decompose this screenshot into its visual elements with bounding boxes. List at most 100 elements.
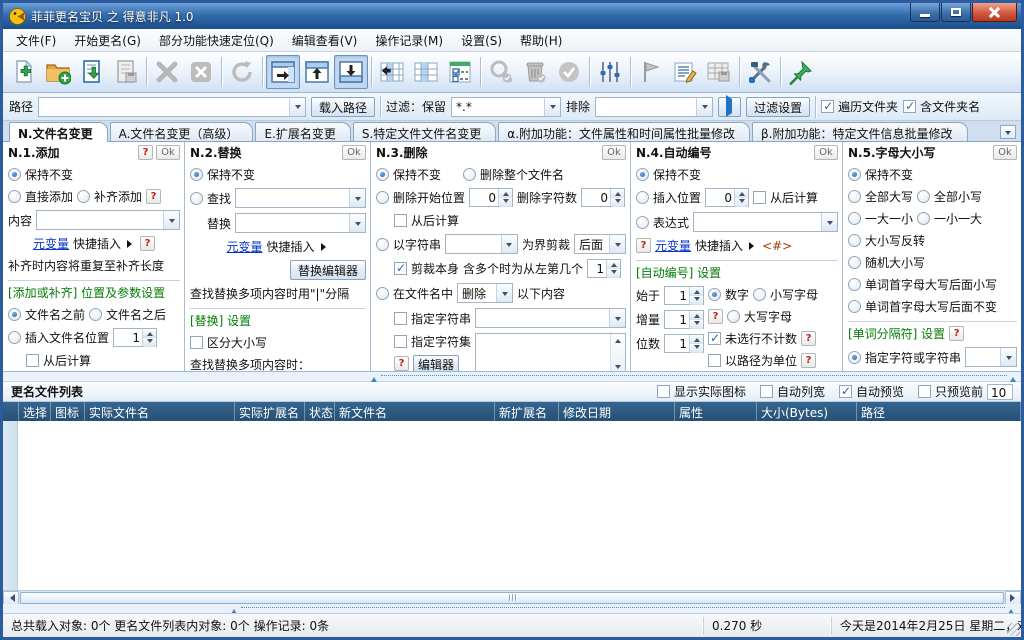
help-button[interactable]: ? <box>138 145 153 160</box>
filter-dropdown-arrow[interactable] <box>544 98 560 116</box>
charset-editor-button[interactable]: 编辑器 <box>413 355 459 371</box>
radio-invert-case[interactable] <box>848 234 861 247</box>
radio-cap-first-keep[interactable] <box>848 300 861 313</box>
scrollbar-thumb[interactable] <box>20 592 1004 604</box>
metavar-link[interactable]: 元变量 <box>33 235 69 252</box>
option-keep[interactable]: 保持不变 <box>190 166 366 183</box>
expand-arrow-icon[interactable] <box>321 243 330 251</box>
load-path-button[interactable]: 载入路径 <box>311 97 375 117</box>
tab-filename-change-advanced[interactable]: A.文件名变更（高级） <box>110 122 254 141</box>
scroll-arrow-icon[interactable] <box>1010 374 1016 382</box>
auto-width-checkbox[interactable] <box>760 385 773 398</box>
auto-preview-option[interactable]: 自动预览 <box>839 383 904 400</box>
digits-spinner[interactable]: 1 <box>664 334 704 353</box>
maximize-button[interactable] <box>941 3 971 22</box>
column-size[interactable]: 大小(Bytes) <box>757 402 857 421</box>
preview-count-input[interactable]: 10 <box>987 384 1013 400</box>
expression-combobox[interactable] <box>693 212 838 232</box>
column-path[interactable]: 路径 <box>857 402 1021 421</box>
menu-edit-view[interactable]: 编辑查看(V) <box>283 29 367 52</box>
path-combobox[interactable] <box>38 97 306 117</box>
expand-arrow-icon[interactable] <box>749 242 758 250</box>
file-table-body[interactable] <box>3 421 1021 590</box>
include-folder-name-checkbox[interactable] <box>903 100 916 113</box>
resize-grip[interactable] <box>1007 623 1020 636</box>
radio-insert-position[interactable] <box>636 191 649 204</box>
path-dropdown-arrow[interactable] <box>289 98 305 116</box>
preview-first-checkbox[interactable] <box>918 385 931 398</box>
menu-settings[interactable]: 设置(S) <box>452 29 511 52</box>
spec-charset-checkbox[interactable] <box>394 335 407 348</box>
help-button[interactable]: ? <box>146 189 161 204</box>
trim-self-checkbox[interactable] <box>394 262 407 275</box>
trim-string-combobox[interactable] <box>445 234 518 254</box>
radio-lowercase[interactable] <box>753 288 766 301</box>
title-bar[interactable]: 菲菲更名宝贝 之 得意非凡 1.0 <box>3 3 1021 29</box>
skip-unselected-checkbox[interactable] <box>708 332 721 345</box>
menu-start-rename[interactable]: 开始更名(G) <box>65 29 150 52</box>
scroll-left-button[interactable] <box>3 591 19 605</box>
menu-quick-locate[interactable]: 部分功能快速定位(Q) <box>150 29 283 52</box>
exclude-dropdown-arrow[interactable] <box>696 98 712 116</box>
panel-up-toggle[interactable] <box>300 55 334 89</box>
case-sensitive-checkbox[interactable] <box>190 336 203 349</box>
delete-count-spinner[interactable]: 0 <box>581 188 625 207</box>
tab-extension-change[interactable]: E.扩展名变更 <box>255 122 350 141</box>
tab-specific-filename-change[interactable]: S.特定文件文件名变更 <box>353 122 496 141</box>
radio-delete-whole[interactable] <box>463 168 476 181</box>
sliders-button[interactable] <box>593 55 627 89</box>
radio-cap-first-lower[interactable] <box>848 278 861 291</box>
column-real-filename[interactable]: 实际文件名 <box>85 402 235 421</box>
panel-down-toggle[interactable] <box>334 55 368 89</box>
auto-width-option[interactable]: 自动列宽 <box>760 383 825 400</box>
tools-button[interactable] <box>743 55 777 89</box>
column-attributes[interactable]: 属性 <box>675 402 757 421</box>
help-button[interactable]: ? <box>708 309 723 324</box>
tab-attr-time-batch[interactable]: α.附加功能：文件属性和时间属性批量修改 <box>498 122 750 141</box>
hash-tag[interactable]: <#> <box>762 239 792 253</box>
nth-occurrence-spinner[interactable]: 1 <box>587 259 621 278</box>
column-new-extension[interactable]: 新扩展名 <box>495 402 559 421</box>
menu-file[interactable]: 文件(F) <box>7 29 65 52</box>
option-keep[interactable]: 保持不变 <box>636 166 838 183</box>
radio-find[interactable] <box>190 192 203 205</box>
panel-right-toggle[interactable] <box>266 55 300 89</box>
column-real-extension[interactable]: 实际扩展名 <box>235 402 305 421</box>
filter-combobox[interactable]: *.* <box>451 97 561 117</box>
radio-pad-add[interactable] <box>77 190 90 203</box>
checklist-button[interactable] <box>443 55 477 89</box>
scroll-right-button[interactable] <box>1005 591 1021 605</box>
menu-help[interactable]: 帮助(H) <box>511 29 571 52</box>
increment-spinner[interactable]: 1 <box>664 310 704 329</box>
radio-all-upper[interactable] <box>848 190 861 203</box>
ok-button[interactable]: Ok <box>814 145 838 160</box>
radio-direct-add[interactable] <box>8 190 21 203</box>
auto-preview-checkbox[interactable] <box>839 385 852 398</box>
add-folder-button[interactable] <box>41 55 75 89</box>
insert-position-spinner[interactable]: 0 <box>705 188 749 207</box>
radio-alt-lu[interactable] <box>917 212 930 225</box>
radio-uppercase[interactable] <box>727 310 740 323</box>
metavar-link[interactable]: 元变量 <box>655 237 691 254</box>
trim-side-dropdown[interactable]: 后面 <box>574 234 626 254</box>
charset-textarea[interactable] <box>475 333 626 371</box>
grid-columns-button[interactable] <box>409 55 443 89</box>
exclude-combobox[interactable] <box>595 97 713 117</box>
help-button[interactable]: ? <box>801 331 816 346</box>
replace-editor-button[interactable]: 替换编辑器 <box>290 260 366 280</box>
radio-insert-position[interactable] <box>8 331 21 344</box>
help-button[interactable]: ? <box>636 238 651 253</box>
outer-horizontal-scrollbar[interactable] <box>3 604 1021 613</box>
apply-filter-button[interactable] <box>718 97 741 117</box>
minimize-button[interactable] <box>910 3 940 22</box>
tab-overflow-dropdown[interactable] <box>1000 125 1016 139</box>
spec-string-checkbox[interactable] <box>394 312 407 325</box>
radio-numeric[interactable] <box>708 288 721 301</box>
show-icons-option[interactable]: 显示实际图标 <box>657 383 746 400</box>
radio[interactable] <box>636 168 649 181</box>
menu-operation-log[interactable]: 操作记录(M) <box>366 29 452 52</box>
close-button[interactable] <box>972 3 1017 22</box>
radio-after-name[interactable] <box>89 308 102 321</box>
traverse-folders-option[interactable]: 遍历文件夹 <box>821 98 898 115</box>
metavar-link[interactable]: 元变量 <box>226 238 262 255</box>
